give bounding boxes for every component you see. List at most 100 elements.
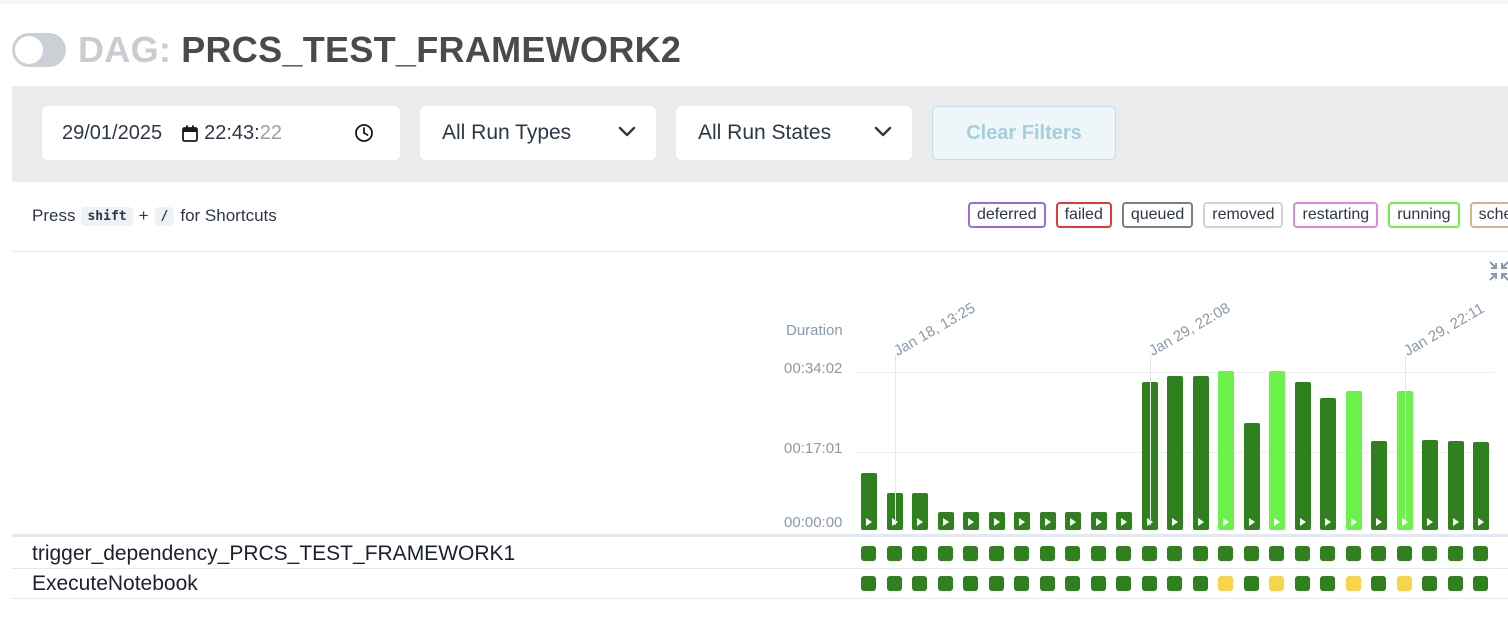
task-instance-cell[interactable] <box>912 576 927 591</box>
dag-run-bar[interactable] <box>937 512 954 530</box>
task-instance-cell[interactable] <box>1065 576 1080 591</box>
task-instance-cell[interactable] <box>1141 576 1157 591</box>
chart-baseline <box>12 534 1508 537</box>
dag-run-bar[interactable] <box>988 512 1005 530</box>
task-instance-cell[interactable] <box>1243 576 1259 591</box>
task-instance-cell[interactable] <box>1422 576 1437 591</box>
duration-bars: Jan 18, 13:25 Jan 29, 22:08 Jan 29, 22:11 <box>0 0 1508 618</box>
play-icon <box>866 518 872 526</box>
dag-run-bar[interactable] <box>963 512 979 530</box>
dag-run-bar[interactable] <box>1243 423 1260 530</box>
task-instance-cell[interactable] <box>1345 576 1361 591</box>
task-instance-cell[interactable] <box>1371 546 1386 561</box>
x-guide-line <box>1149 355 1151 525</box>
dag-run-bar[interactable] <box>1218 371 1234 530</box>
task-instance-cell[interactable] <box>1269 546 1284 561</box>
task-instance-cell[interactable] <box>1014 546 1029 561</box>
x-guide-line <box>1404 355 1406 525</box>
dag-run-bar[interactable] <box>1294 382 1311 530</box>
task-instance-cell[interactable] <box>963 546 978 561</box>
task-name[interactable]: trigger_dependency_PRCS_TEST_FRAMEWORK1 <box>32 542 515 566</box>
dag-run-bar[interactable] <box>1167 376 1183 530</box>
task-instance-cell[interactable] <box>1141 546 1157 561</box>
play-icon <box>1325 518 1331 526</box>
play-icon <box>1070 518 1076 526</box>
dag-run-bar[interactable] <box>1065 512 1081 530</box>
dag-run-bar[interactable] <box>1014 512 1030 530</box>
task-instance-cell[interactable] <box>861 576 876 591</box>
dag-run-bar[interactable] <box>1371 441 1387 530</box>
dag-run-bar[interactable] <box>1192 376 1209 530</box>
task-instance-cell[interactable] <box>1294 576 1310 591</box>
task-instance-cell[interactable] <box>1371 576 1386 591</box>
play-icon <box>1121 518 1127 526</box>
task-instance-cell[interactable] <box>1396 576 1412 591</box>
task-instance-cell[interactable] <box>1320 576 1335 591</box>
task-instance-cell[interactable] <box>1039 576 1055 591</box>
task-instance-cell[interactable] <box>1422 546 1437 561</box>
task-instance-cell[interactable] <box>1473 576 1488 591</box>
play-icon <box>1376 518 1382 526</box>
dag-run-bar[interactable] <box>1345 391 1362 530</box>
x-tick-label: Jan 18, 13:25 <box>890 299 978 360</box>
play-icon <box>1019 518 1025 526</box>
dag-run-bar[interactable] <box>1320 398 1336 530</box>
dag-run-bar[interactable] <box>1116 512 1132 530</box>
task-instance-cell[interactable] <box>1269 576 1284 591</box>
task-instance-cell[interactable] <box>1116 576 1131 591</box>
play-icon <box>1452 518 1459 526</box>
play-icon <box>1274 518 1280 526</box>
task-instance-cell[interactable] <box>1065 546 1080 561</box>
task-instance-cell[interactable] <box>1473 546 1488 561</box>
task-instance-cell[interactable] <box>1167 546 1182 561</box>
play-icon <box>1478 518 1484 526</box>
task-instance-cell[interactable] <box>1396 546 1412 561</box>
task-instance-cell[interactable] <box>1192 546 1208 561</box>
play-icon <box>1427 518 1433 526</box>
task-instance-cell[interactable] <box>1116 546 1131 561</box>
dag-run-bar[interactable] <box>912 493 928 530</box>
task-instance-cell[interactable] <box>1218 576 1233 591</box>
dag-run-bar[interactable] <box>1422 440 1438 530</box>
task-instance-cell[interactable] <box>988 546 1004 561</box>
task-instance-cell[interactable] <box>988 576 1004 591</box>
task-instance-cell[interactable] <box>886 546 902 561</box>
play-icon <box>1299 518 1306 526</box>
play-icon <box>993 518 1000 526</box>
task-instance-cell[interactable] <box>1320 546 1335 561</box>
play-icon <box>917 518 923 526</box>
x-tick-label: Jan 29, 22:08 <box>1145 299 1233 360</box>
task-instance-cell[interactable] <box>1345 546 1361 561</box>
task-instance-cell[interactable] <box>1014 576 1029 591</box>
task-instance-cell[interactable] <box>1090 546 1106 561</box>
task-instance-cell[interactable] <box>1218 546 1233 561</box>
task-instance-cell[interactable] <box>937 546 953 561</box>
play-icon <box>1095 518 1102 526</box>
task-instance-cell[interactable] <box>963 576 978 591</box>
dag-run-bar[interactable] <box>1269 371 1285 530</box>
task-instance-cell[interactable] <box>861 546 876 561</box>
dag-run-bar[interactable] <box>1473 442 1489 530</box>
task-instance-cell[interactable] <box>1447 546 1463 561</box>
task-instance-cell[interactable] <box>1090 576 1106 591</box>
task-instance-cell[interactable] <box>937 576 953 591</box>
dag-run-bar[interactable] <box>1039 512 1056 530</box>
play-icon <box>1172 518 1178 526</box>
task-instance-cell[interactable] <box>1192 576 1208 591</box>
task-instance-cell[interactable] <box>1167 576 1182 591</box>
x-guide-line <box>894 355 896 525</box>
dag-run-bar[interactable] <box>1090 512 1107 530</box>
task-instance-cell[interactable] <box>1294 546 1310 561</box>
task-instance-cell[interactable] <box>1243 546 1259 561</box>
task-instance-cell[interactable] <box>886 576 902 591</box>
task-name[interactable]: ExecuteNotebook <box>32 572 198 596</box>
task-instance-cell[interactable] <box>912 546 927 561</box>
task-instance-cell[interactable] <box>1039 546 1055 561</box>
play-icon <box>1223 518 1229 526</box>
task-instance-cell[interactable] <box>1447 576 1463 591</box>
x-tick-label: Jan 29, 22:11 <box>1400 300 1487 360</box>
dag-run-bar[interactable] <box>861 473 877 530</box>
play-icon <box>942 518 949 526</box>
play-icon <box>1044 518 1051 526</box>
dag-run-bar[interactable] <box>1447 441 1464 530</box>
